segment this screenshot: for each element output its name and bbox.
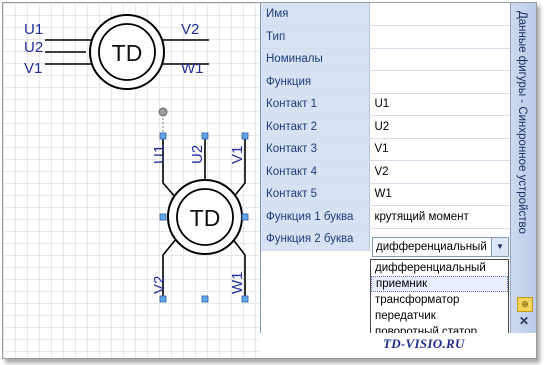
property-row[interactable]: Функция 1 буква крутящий момент xyxy=(261,205,511,229)
property-row[interactable]: Контакт 3 V1 xyxy=(261,138,511,161)
dropdown-option[interactable]: передатчик xyxy=(371,308,508,324)
synchronous-device-shape-top[interactable]: TD U1 U2 V1 V2 W1 xyxy=(24,14,209,90)
property-row[interactable]: Контакт 5 W1 xyxy=(261,183,511,206)
selection-handle-top-right[interactable] xyxy=(241,132,249,140)
property-row[interactable]: Функция xyxy=(261,70,511,94)
drawing-surface: TD U1 U2 V1 V2 W1 TD U1 U2 V1 V2 W1 xyxy=(24,14,249,303)
chevron-down-icon[interactable]: ▼ xyxy=(491,238,508,256)
panel-title-strip[interactable]: Данные фигуры - Синхронное устройство ⊕ … xyxy=(510,3,536,333)
property-name: Тип xyxy=(261,25,370,49)
selection-handle-bottom-right[interactable] xyxy=(241,295,249,303)
function-2-letter-dropdown[interactable]: дифференциальный ▼ xyxy=(372,237,509,257)
selection-handle-top[interactable] xyxy=(201,132,209,140)
property-value[interactable]: U1 xyxy=(369,93,511,116)
property-name: Функция 2 буква xyxy=(261,228,370,251)
shape-data-table: Имя Тип Номиналы Функция Контакт 1 U1 Кон… xyxy=(261,3,511,251)
pin-label-u2-a: U2 xyxy=(24,39,43,56)
property-value[interactable] xyxy=(369,25,511,49)
property-name: Контакт 4 xyxy=(261,160,370,184)
pin-label-u2-b: U2 xyxy=(189,145,206,164)
pin-label-v2-a: V2 xyxy=(181,21,199,38)
watermark: TD-VISIO.RU xyxy=(383,336,465,351)
property-row[interactable]: Тип xyxy=(261,25,511,49)
property-name: Контакт 2 xyxy=(261,115,370,139)
property-value[interactable]: V1 xyxy=(369,138,511,161)
property-name: Контакт 5 xyxy=(261,183,370,206)
dropdown-selected-value: дифференциальный xyxy=(376,241,487,253)
property-value[interactable]: крутящий момент xyxy=(369,205,511,229)
dropdown-options-list: дифференциальный приемник трансформатор … xyxy=(370,259,509,341)
pin-icon[interactable]: ⊕ xyxy=(517,297,533,312)
dropdown-option[interactable]: дифференциальный xyxy=(371,260,508,276)
property-name: Имя xyxy=(261,3,370,26)
selection-handle-bottom[interactable] xyxy=(201,295,209,303)
property-value[interactable] xyxy=(369,3,511,26)
td-label-a: TD xyxy=(112,40,143,66)
pin-label-w1-a: W1 xyxy=(181,60,204,77)
property-value[interactable]: V2 xyxy=(369,160,511,184)
property-row[interactable]: Номиналы xyxy=(261,48,511,71)
property-value[interactable] xyxy=(369,48,511,71)
property-row[interactable]: Имя xyxy=(261,3,511,26)
close-icon[interactable]: ✕ xyxy=(517,315,531,328)
selection-handle-top-left[interactable] xyxy=(159,132,167,140)
td-label-b: TD xyxy=(190,205,221,231)
pin-label-v2-b: V2 xyxy=(151,276,168,294)
selection-handle-left[interactable] xyxy=(159,213,167,221)
rotation-handle[interactable] xyxy=(158,107,168,117)
pin-label-u1-b: U1 xyxy=(151,145,168,164)
pin-label-u1-a: U1 xyxy=(24,21,43,38)
property-row[interactable]: Контакт 4 V2 xyxy=(261,160,511,184)
wire-v1-b xyxy=(231,136,246,200)
property-value[interactable]: U2 xyxy=(369,115,511,139)
property-name: Контакт 3 xyxy=(261,138,370,161)
property-value[interactable] xyxy=(369,70,511,94)
property-name: Функция 1 буква xyxy=(261,205,370,229)
pin-label-v1-b: V1 xyxy=(229,146,246,164)
pin-label-v1-a: V1 xyxy=(24,60,42,77)
property-row[interactable]: Контакт 2 U2 xyxy=(261,115,511,139)
drawing-canvas[interactable]: TD U1 U2 V1 V2 W1 TD U1 U2 V1 V2 W1 xyxy=(3,3,259,358)
pin-label-w1-b: W1 xyxy=(229,272,246,295)
property-name: Контакт 1 xyxy=(261,93,370,116)
shape-data-panel: Имя Тип Номиналы Функция Контакт 1 U1 Кон… xyxy=(260,3,511,341)
dropdown-option[interactable]: трансформатор xyxy=(371,292,508,308)
selection-handle-right[interactable] xyxy=(241,213,249,221)
selection-handle-bottom-left[interactable] xyxy=(159,295,167,303)
panel-title: Данные фигуры - Синхронное устройство xyxy=(516,11,528,234)
property-row[interactable]: Контакт 1 U1 xyxy=(261,93,511,116)
property-name: Номиналы xyxy=(261,48,370,71)
dropdown-option-highlighted[interactable]: приемник xyxy=(371,276,508,292)
synchronous-device-shape-selected[interactable]: TD U1 U2 V1 V2 W1 xyxy=(151,107,249,303)
property-value[interactable]: W1 xyxy=(369,183,511,206)
application-window: TD U1 U2 V1 V2 W1 TD U1 U2 V1 V2 W1 Имя … xyxy=(2,2,537,359)
property-name: Функция xyxy=(261,70,370,94)
